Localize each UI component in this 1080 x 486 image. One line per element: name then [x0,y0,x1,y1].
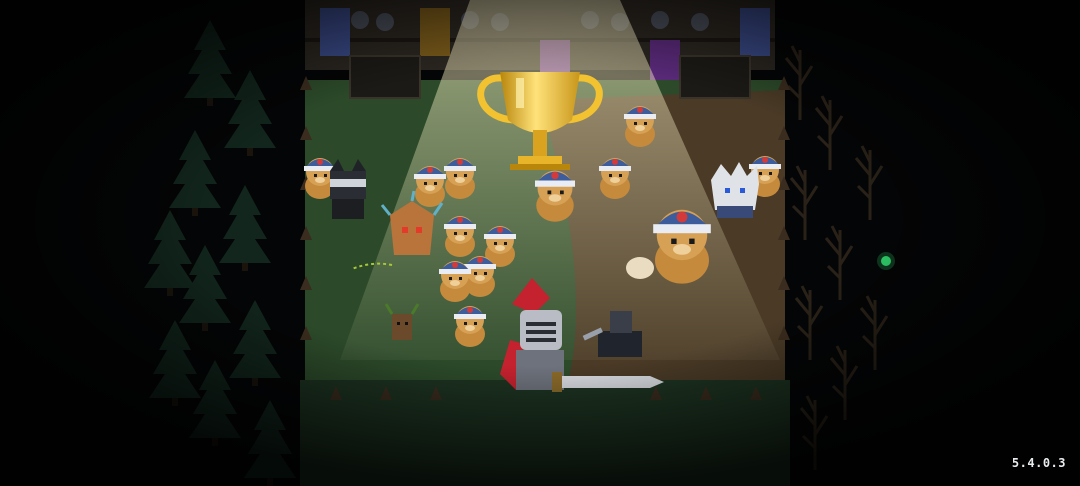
vignette [0,0,1080,486]
game-world[interactable] [0,0,1080,486]
game-screen: 5.4.0.3 [0,0,1080,486]
version-label: 5.4.0.3 [1011,456,1066,470]
